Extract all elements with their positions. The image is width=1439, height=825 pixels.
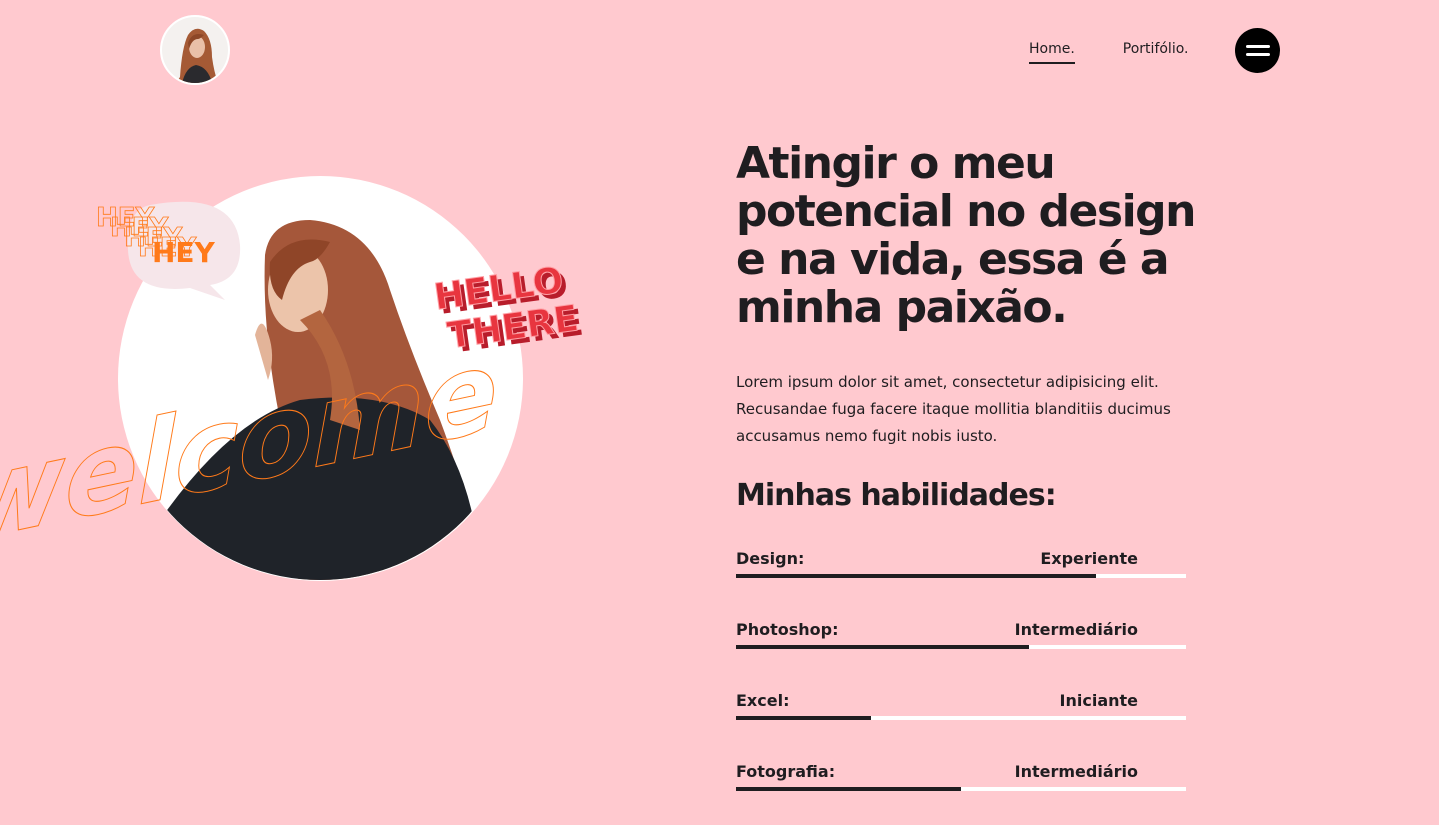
- nav-home[interactable]: Home.: [1029, 41, 1075, 64]
- skill-progress-fill: [736, 787, 961, 791]
- skill-level: Iniciante: [1059, 691, 1138, 710]
- skill-row-photoshop: Photoshop: Intermediário: [736, 620, 1186, 660]
- main-nav: Home. Portifólio.: [1029, 41, 1188, 64]
- skill-progress-track: [736, 716, 1186, 720]
- page-headline: Atingir o meu potencial no design e na v…: [736, 138, 1196, 333]
- hey-text: HEY: [152, 236, 216, 269]
- menu-button[interactable]: [1235, 28, 1280, 73]
- skill-name: Photoshop:: [736, 620, 839, 639]
- skill-progress-track: [736, 645, 1186, 649]
- skill-progress-track: [736, 574, 1186, 578]
- skill-level: Intermediário: [1014, 620, 1138, 639]
- hero-illustration: HEY HEY HEY HEY HEY HELLO HELLO THERE TH…: [0, 201, 586, 580]
- skill-progress-fill: [736, 645, 1029, 649]
- skill-level: Intermediário: [1014, 762, 1138, 781]
- skill-row-design: Design: Experiente: [736, 549, 1186, 589]
- skill-name: Fotografia:: [736, 762, 836, 781]
- skill-level: Experiente: [1040, 549, 1138, 568]
- skill-name: Design:: [736, 549, 805, 568]
- skill-progress-track: [736, 787, 1186, 791]
- intro-paragraph: Lorem ipsum dolor sit amet, consectetur …: [736, 373, 1171, 445]
- hamburger-icon-line-top: [1245, 45, 1270, 48]
- hamburger-icon-line-bottom: [1245, 53, 1270, 56]
- skills-title: Minhas habilidades:: [736, 478, 1057, 513]
- skill-row-excel: Excel: Iniciante: [736, 691, 1186, 731]
- skill-progress-fill: [736, 574, 1096, 578]
- skill-row-fotografia: Fotografia: Intermediário: [736, 762, 1186, 802]
- skill-progress-fill: [736, 716, 871, 720]
- skill-name: Excel:: [736, 691, 790, 710]
- nav-portfolio[interactable]: Portifólio.: [1123, 41, 1189, 64]
